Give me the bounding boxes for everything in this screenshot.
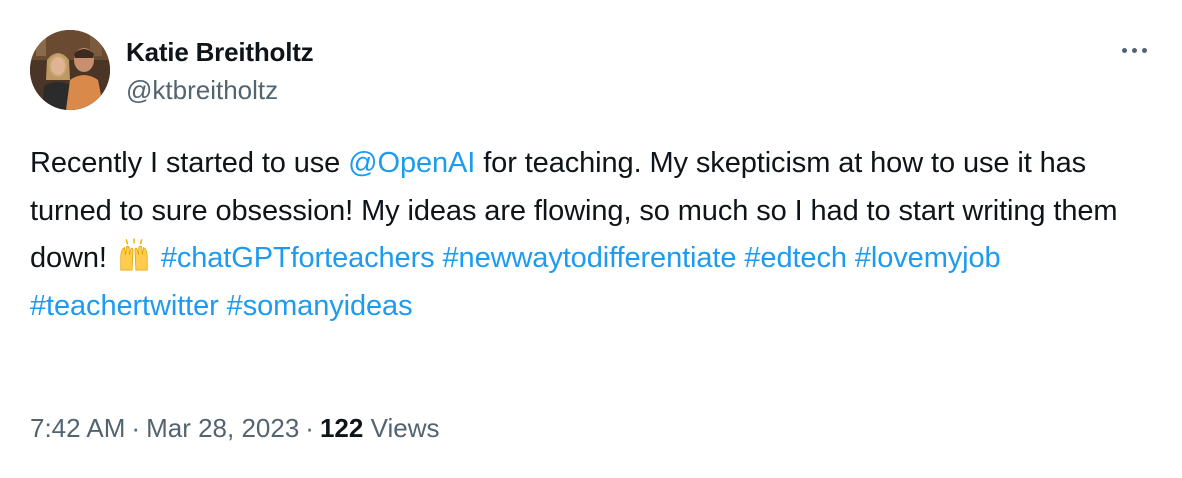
views-stat[interactable]: 122 Views xyxy=(320,413,440,443)
tweet-text-part1: Recently I started to use xyxy=(30,147,349,179)
tweet-timestamp-link[interactable]: 7:42 AM · Mar 28, 2023 xyxy=(30,413,299,443)
author-handle[interactable]: @ktbreitholtz xyxy=(126,74,313,106)
hashtag-link[interactable]: #newwaytodifferentiate xyxy=(443,242,737,274)
more-horizontal-icon-dot xyxy=(1131,47,1137,53)
avatar-photo xyxy=(30,30,110,110)
author-names: Katie Breitholtz @ktbreitholtz xyxy=(126,30,314,106)
separator: · xyxy=(131,413,141,443)
tweet-card: Katie Breitholtz @ktbreitholtz Recently … xyxy=(0,0,1182,478)
more-horizontal-icon-dot xyxy=(1141,47,1147,53)
views-label: Views xyxy=(370,413,440,443)
more-horizontal-icon xyxy=(1121,47,1127,53)
tweet-time: 7:42 AM xyxy=(30,413,126,443)
raising-hands-emoji xyxy=(120,238,148,271)
more-options-button[interactable] xyxy=(1114,40,1154,60)
hashtag-link[interactable]: #somanyideas xyxy=(227,290,413,322)
hashtag-link[interactable]: #edtech xyxy=(744,242,847,274)
tweet-text: Recently I started to use @OpenAI for te… xyxy=(30,140,1160,330)
tweet-header: Katie Breitholtz @ktbreitholtz xyxy=(30,30,314,112)
separator: · xyxy=(305,413,314,443)
hashtag-link[interactable]: #lovemyjob xyxy=(855,242,1001,274)
view-count: 122 xyxy=(319,413,364,443)
avatar[interactable] xyxy=(30,30,110,110)
hashtag-link[interactable]: #chatGPTforteachers xyxy=(161,242,435,274)
hashtag-link[interactable]: #teachertwitter xyxy=(30,290,219,322)
tweet-meta: 7:42 AM · Mar 28, 2023 · 122 Views xyxy=(30,410,439,446)
tweet-date: Mar 28, 2023 xyxy=(146,413,300,443)
mention-link-openai[interactable]: @OpenAI xyxy=(348,147,475,179)
author-display-name[interactable]: Katie Breitholtz xyxy=(126,36,314,68)
